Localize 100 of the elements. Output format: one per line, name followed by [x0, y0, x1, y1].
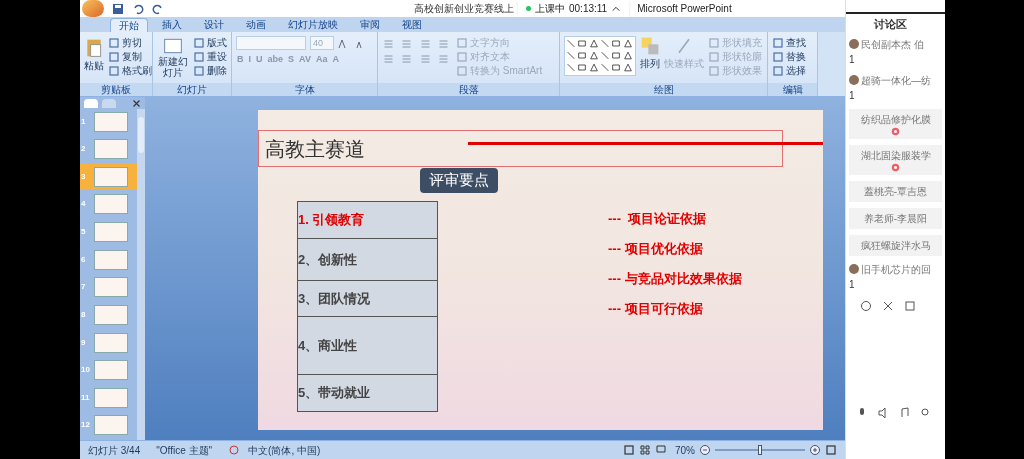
speaker-icon	[877, 407, 889, 419]
criteria-cell: 3、团队情况	[298, 281, 437, 317]
format-button[interactable]: S	[287, 53, 296, 65]
status-language: 中文(简体, 中国)	[248, 443, 321, 458]
slide-number: 5	[81, 226, 87, 238]
slide-title: 高教主赛道	[265, 135, 365, 163]
slide-thumbnail-row[interactable]: 9	[80, 330, 137, 355]
slide-thumbnail	[94, 304, 128, 325]
new-slide-button[interactable]: 新建幻灯片	[157, 36, 189, 78]
ribbon-tab[interactable]: 视图	[394, 18, 430, 32]
format-button[interactable]: I	[247, 53, 252, 65]
shape-icon	[588, 50, 599, 61]
ribbon-tab[interactable]: 幻灯片放映	[280, 18, 346, 32]
shape-icon	[566, 50, 576, 61]
ribbon-button[interactable]: 替换	[772, 50, 806, 63]
status-theme: "Office 主题"	[156, 443, 213, 458]
message-count: 1	[849, 277, 856, 292]
office-button[interactable]	[82, 0, 104, 17]
zoom-thumb[interactable]	[758, 445, 762, 455]
slide-number: 4	[81, 198, 87, 211]
slide-thumbnail-row[interactable]: 4	[80, 191, 137, 217]
slide-thumbnail-row[interactable]: 12	[80, 412, 137, 438]
slide-thumbnail-row[interactable]: 5	[80, 219, 137, 245]
ribbon-tab[interactable]: 开始	[110, 18, 148, 32]
slide-number: 9	[81, 336, 87, 349]
ribbon-button[interactable]: 查找	[772, 36, 806, 49]
slideshow-icon	[655, 444, 667, 456]
slide-number: 12	[81, 419, 91, 432]
chat-title: 讨论区	[873, 17, 908, 32]
ribbon-button[interactable]: 删除	[193, 64, 227, 77]
flower-icon	[891, 162, 900, 172]
slide-number: 3	[81, 170, 87, 183]
slide-thumbnail-row[interactable]: 3	[80, 164, 137, 190]
slide-thumbnail	[94, 249, 128, 270]
ribbon-button[interactable]: 重设	[193, 50, 227, 63]
font-size-field[interactable]: 40	[310, 36, 334, 50]
paragraph-icon	[382, 38, 395, 50]
slide-number: 1	[81, 115, 87, 128]
shape-icon	[577, 38, 588, 49]
slide-thumbnail	[94, 332, 128, 353]
note-text: --- 项目可行依据	[608, 300, 704, 318]
ribbon-button[interactable]: 复制	[108, 50, 152, 63]
panel-tab[interactable]	[84, 98, 98, 108]
slide-number: 2	[81, 143, 87, 156]
gift-text: 疯狂螺旋泮水马	[860, 238, 931, 253]
slide-thumbnail	[94, 111, 128, 132]
slide-thumbnail-row[interactable]: 7	[80, 274, 137, 300]
note-text: --- 项目论证依据	[608, 210, 708, 228]
shape-icon	[566, 38, 576, 49]
format-button[interactable]: B	[236, 53, 245, 65]
criteria-cell: 5、带动就业	[298, 375, 437, 411]
close-icon	[132, 98, 141, 108]
ribbon-tab[interactable]: 动画	[238, 18, 274, 32]
font-name-field[interactable]	[236, 36, 306, 50]
slide-thumbnail	[94, 166, 128, 187]
shape-icon	[622, 62, 633, 73]
status-slide: 幻灯片 3/44	[88, 443, 141, 458]
slide-thumbnail	[94, 139, 128, 160]
format-button[interactable]: AV	[298, 53, 312, 65]
slide-thumbnail-row[interactable]: 10	[80, 357, 137, 383]
slide-number: 8	[81, 308, 87, 321]
slide-thumbnail-row[interactable]: 8	[80, 302, 137, 328]
shape-icon	[588, 62, 599, 73]
avatar	[849, 264, 859, 274]
slide-thumbnail-row[interactable]: 2	[80, 136, 137, 162]
note-text: --- 与竞品对比效果依据	[608, 270, 742, 288]
format-button[interactable]: A	[331, 53, 340, 65]
shape-icon	[622, 38, 633, 49]
shape-icon	[600, 62, 610, 73]
group-title: 剪贴板	[80, 83, 152, 96]
app-name: Microsoft PowerPoint	[637, 2, 732, 16]
format-button[interactable]: U	[255, 53, 264, 65]
shape-icon	[577, 50, 588, 61]
group-title: 编辑	[768, 83, 817, 96]
message-count: 1	[849, 52, 856, 67]
shape-icon	[611, 50, 622, 61]
group-title: 绘图	[560, 83, 767, 96]
arrange-button[interactable]: 排列	[640, 36, 660, 71]
avatar	[849, 39, 859, 49]
format-button[interactable]: Aa	[314, 53, 329, 65]
slide-thumbnail	[94, 360, 128, 381]
ribbon-button[interactable]: 选择	[772, 64, 806, 77]
ribbon-button[interactable]: 格式刷	[108, 64, 152, 77]
avatar	[849, 75, 859, 85]
redo-icon	[152, 2, 164, 15]
normal-view-icon	[623, 444, 635, 456]
shape-icon	[622, 50, 633, 61]
group-title: 字体	[232, 83, 377, 96]
ribbon-button[interactable]: 版式	[193, 36, 227, 49]
paste-button[interactable]: 粘贴	[84, 36, 104, 72]
paragraph-icon	[400, 38, 414, 50]
ribbon-tab[interactable]: 设计	[196, 18, 232, 32]
slide-thumbnail-row[interactable]: 11	[80, 385, 137, 411]
slide-thumbnail-row[interactable]: 1	[80, 109, 137, 134]
ribbon-button[interactable]: 剪切	[108, 36, 152, 49]
ribbon-tab[interactable]: 插入	[154, 18, 190, 32]
slide-thumbnail-row[interactable]: 6	[80, 247, 137, 273]
format-button[interactable]: abe	[266, 53, 285, 65]
panel-tab[interactable]	[102, 98, 116, 108]
ribbon-tab[interactable]: 审阅	[352, 18, 388, 32]
